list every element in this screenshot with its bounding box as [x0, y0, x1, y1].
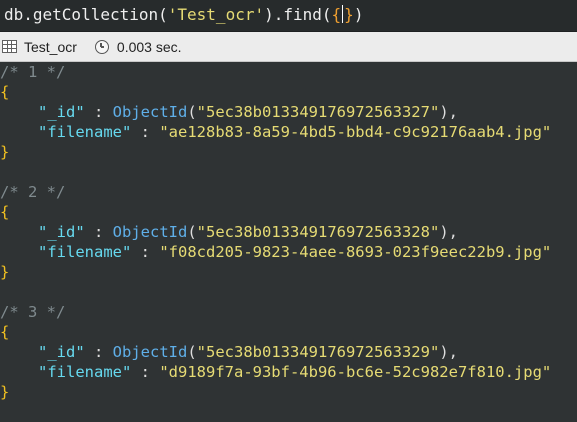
id-key: "_id" [38, 343, 85, 361]
document-close-brace-line: } [0, 382, 577, 402]
document-close-brace: } [0, 263, 10, 281]
id-field-line: "_id" : ObjectId("5ec38b0133491769725633… [38, 223, 458, 241]
document-comment-line: /* 2 */ [0, 182, 577, 202]
id-value: "5ec38b013349176972563328" [196, 223, 440, 241]
id-field-line: "_id" : ObjectId("5ec38b0133491769725633… [38, 103, 458, 121]
table-icon [2, 40, 17, 53]
document-index-comment: /* 1 */ [0, 63, 66, 81]
result-document[interactable]: /* 1 */ { "_id" : ObjectId("5ec38b01334917… [0, 62, 577, 162]
query-suffix: ) [353, 5, 364, 24]
query-find-call: ).find( [264, 5, 332, 24]
collection-name-label: Test_ocr [24, 38, 77, 55]
filename-value: "ae128b83-8a59-4bd5-bbd4-c9c92176aab4.jp… [159, 123, 552, 141]
results-panel[interactable]: /* 1 */ { "_id" : ObjectId("5ec38b01334917… [0, 62, 577, 422]
document-open-brace: { [0, 83, 10, 101]
elapsed-time-label: 0.003 sec. [116, 38, 182, 55]
filename-key: "filename" [38, 363, 132, 381]
id-field-line: "_id" : ObjectId("5ec38b0133491769725633… [38, 343, 458, 361]
document-close-brace-line: } [0, 262, 577, 282]
query-open-brace: { [331, 5, 342, 24]
document-comment-line: /* 1 */ [0, 62, 577, 82]
document-open-brace-line: { [0, 202, 577, 222]
id-value: "5ec38b013349176972563327" [196, 103, 440, 121]
objectid-function: ObjectId [112, 223, 188, 241]
document-open-brace: { [0, 203, 10, 221]
document-close-brace: } [0, 143, 10, 161]
query-prefix: db.getCollection( [4, 5, 168, 24]
id-key: "_id" [38, 103, 85, 121]
id-value: "5ec38b013349176972563329" [196, 343, 440, 361]
document-comment-line: /* 3 */ [0, 302, 577, 322]
filename-key: "filename" [38, 243, 132, 261]
id-key: "_id" [38, 223, 85, 241]
result-document[interactable]: /* 2 */ { "_id" : ObjectId("5ec38b01334917… [0, 182, 577, 282]
document-index-comment: /* 2 */ [0, 183, 66, 201]
document-index-comment: /* 3 */ [0, 303, 66, 321]
query-collection-name: 'Test_ocr' [167, 5, 265, 24]
document-close-brace-line: } [0, 142, 577, 162]
document-close-brace: } [0, 383, 10, 401]
objectid-function: ObjectId [112, 343, 188, 361]
query-close-brace: } [344, 5, 354, 24]
filename-value: "d9189f7a-93bf-4b96-bc6e-52c982e7f810.jp… [159, 363, 552, 381]
clock-icon [94, 39, 109, 54]
query-editor[interactable]: db.getCollection('Test_ocr').find({}) [0, 0, 577, 32]
document-open-brace-line: { [0, 322, 577, 342]
objectid-function: ObjectId [112, 103, 188, 121]
result-info-bar: Test_ocr 0.003 sec. [0, 32, 577, 62]
filename-value: "f08cd205-9823-4aee-8693-023f9eec22b9.jp… [159, 243, 552, 261]
filename-field-line: "filename" : "f08cd205-9823-4aee-8693-02… [38, 243, 552, 261]
collection-tab[interactable]: Test_ocr [0, 32, 77, 61]
result-document[interactable]: /* 3 */ { "_id" : ObjectId("5ec38b01334917… [0, 302, 577, 402]
document-open-brace-line: { [0, 82, 577, 102]
document-open-brace: { [0, 323, 10, 341]
filename-field-line: "filename" : "d9189f7a-93bf-4b96-bc6e-52… [38, 363, 552, 381]
elapsed-time: 0.003 sec. [77, 32, 182, 61]
filename-field-line: "filename" : "ae128b83-8a59-4bd5-bbd4-c9… [38, 123, 552, 141]
filename-key: "filename" [38, 123, 132, 141]
